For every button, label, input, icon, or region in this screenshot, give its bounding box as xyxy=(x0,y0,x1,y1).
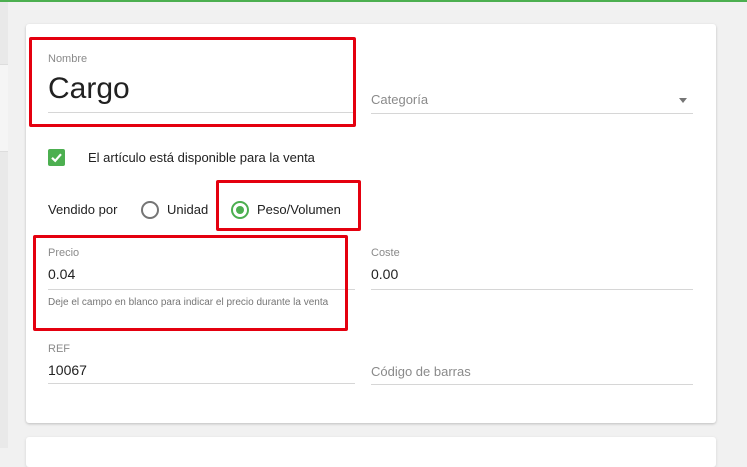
radio-weight-volume-label[interactable]: Peso/Volumen xyxy=(257,202,341,217)
barcode-underline xyxy=(371,384,693,385)
price-underline xyxy=(48,289,355,290)
radio-unit[interactable] xyxy=(141,201,159,219)
ref-input[interactable]: 10067 xyxy=(48,362,87,378)
price-hint: Deje el campo en blanco para indicar el … xyxy=(48,297,329,308)
category-placeholder: Categoría xyxy=(371,92,429,107)
secondary-card xyxy=(26,437,716,467)
sold-by-label: Vendido por xyxy=(48,202,118,217)
sidebar-active-mark xyxy=(0,64,8,152)
radio-selected-dot xyxy=(236,206,244,214)
name-underline xyxy=(48,112,355,113)
radio-unit-label[interactable]: Unidad xyxy=(167,202,208,217)
name-input[interactable]: Cargo xyxy=(48,71,130,107)
cost-label: Coste xyxy=(371,247,400,259)
category-select[interactable]: Categoría xyxy=(371,90,693,114)
cost-input[interactable]: 0.00 xyxy=(371,266,398,282)
item-form-card: Nombre Cargo Categoría El artículo está … xyxy=(26,24,716,423)
cost-field[interactable]: Coste 0.00 xyxy=(371,247,693,290)
chevron-down-icon[interactable] xyxy=(679,98,687,103)
ref-field[interactable]: REF 10067 xyxy=(48,343,355,384)
category-underline xyxy=(371,113,693,114)
radio-weight-volume[interactable] xyxy=(231,201,249,219)
barcode-field[interactable]: Código de barras xyxy=(371,362,693,385)
top-accent-bar xyxy=(0,0,747,2)
price-field[interactable]: Precio 0.04 xyxy=(48,247,355,290)
cost-underline xyxy=(371,289,693,290)
price-input[interactable]: 0.04 xyxy=(48,266,75,282)
name-label: Nombre xyxy=(48,53,88,65)
available-for-sale-checkbox[interactable] xyxy=(48,149,65,166)
ref-underline xyxy=(48,383,355,384)
checkmark-icon xyxy=(51,153,62,163)
barcode-placeholder: Código de barras xyxy=(371,364,471,379)
name-field[interactable]: Nombre Cargo xyxy=(48,53,355,113)
available-for-sale-label: El artículo está disponible para la vent… xyxy=(88,150,315,165)
price-label: Precio xyxy=(48,247,80,259)
left-sidebar xyxy=(0,2,8,448)
ref-label: REF xyxy=(48,343,70,355)
